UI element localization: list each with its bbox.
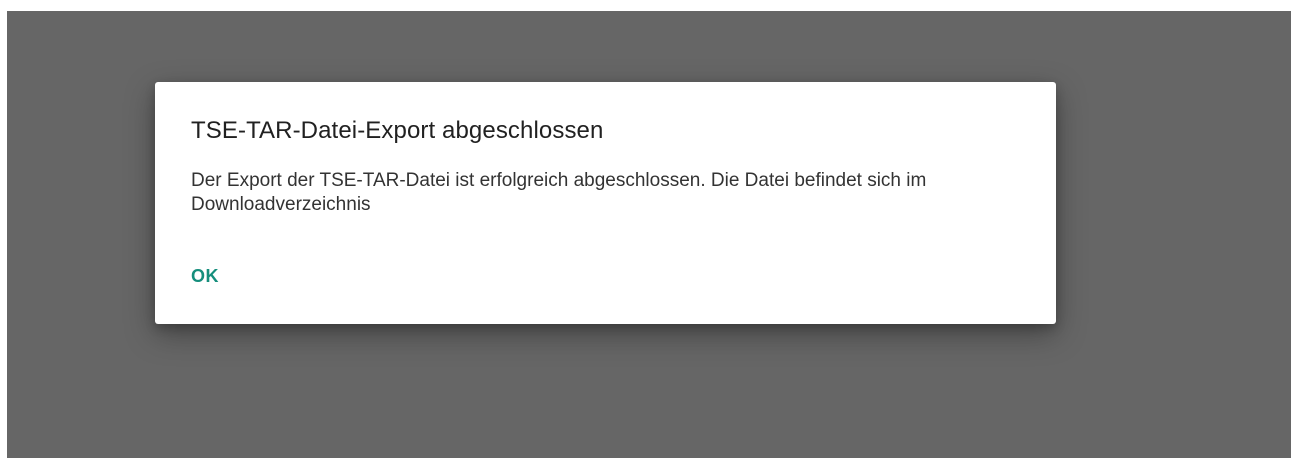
ok-button[interactable]: OK [175, 260, 235, 293]
dialog-title: TSE-TAR-Datei-Export abgeschlossen [191, 117, 604, 144]
dimmed-background-scrim: TSE-TAR-Datei-Export abgeschlossen Der E… [7, 11, 1291, 458]
export-complete-dialog: TSE-TAR-Datei-Export abgeschlossen Der E… [155, 82, 1056, 324]
dialog-actions: OK [191, 260, 235, 293]
dialog-message: Der Export der TSE-TAR-Datei ist erfolgr… [191, 170, 927, 215]
